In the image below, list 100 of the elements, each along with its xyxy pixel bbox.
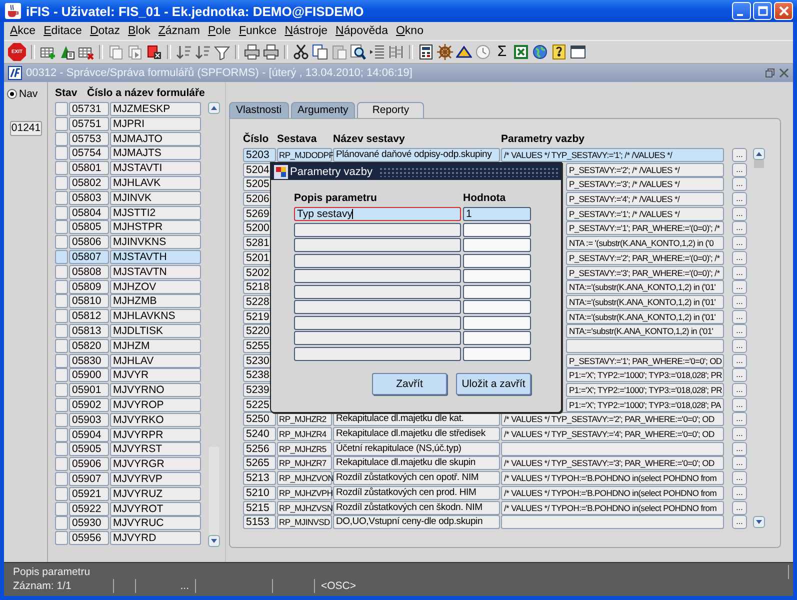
table-cell[interactable]: Rekapitulace dl.majetku dle středisek (333, 427, 500, 442)
input-field[interactable] (463, 284, 531, 298)
table-cell[interactable]: /* VALUES */ TYP_SESTAVY:='1'; /* /VALUES */ (501, 148, 724, 162)
table-cell[interactable]: NTA:='(substr(K.ANA_KONTO,1,2) in ('01' (566, 310, 724, 324)
input-field[interactable] (294, 346, 461, 360)
table-cell[interactable]: P_SESTAVY:='1'; PAR_WHERE:='0=0'; OD (566, 354, 724, 368)
table-cell[interactable]: MJSTAVTI (110, 161, 201, 176)
table-cell[interactable]: 5213 (243, 471, 276, 486)
edit-button[interactable]: ... (732, 486, 747, 500)
ship-wheel-icon[interactable] (437, 44, 453, 60)
table-cell[interactable]: MJVYRUZ (110, 486, 201, 501)
input-field[interactable] (294, 284, 461, 298)
table-cell[interactable]: 05820 (69, 338, 109, 353)
scroll-down-icon[interactable] (753, 516, 765, 528)
table-cell[interactable]: MJVYRPR (110, 428, 201, 442)
edit-button[interactable]: ... (732, 427, 747, 442)
edit-button[interactable]: ... (732, 192, 747, 206)
help-icon[interactable] (551, 44, 567, 60)
documents-icon[interactable] (108, 44, 124, 60)
status-cell[interactable] (55, 502, 68, 516)
menu-item[interactable]: Pole (204, 25, 235, 37)
status-cell[interactable] (55, 412, 68, 427)
input-field[interactable] (294, 269, 461, 283)
table-cell[interactable] (566, 338, 724, 353)
edit-button[interactable]: ... (732, 338, 747, 353)
status-cell[interactable] (55, 206, 68, 220)
table-cell[interactable] (501, 515, 724, 530)
status-cell[interactable] (55, 280, 68, 294)
table-cell[interactable]: MJVYRVP (110, 472, 201, 486)
table-cell[interactable]: MJVYROP (110, 398, 201, 412)
table-cell[interactable]: MJHLAV (110, 354, 201, 368)
edit-button[interactable]: ... (732, 266, 747, 280)
menu-item[interactable]: Funkce (234, 25, 281, 37)
menu-item[interactable]: Záznam (154, 25, 204, 37)
table-cell[interactable]: 05807 (69, 250, 109, 264)
status-cell[interactable] (55, 176, 68, 190)
input-field[interactable] (294, 300, 461, 314)
table-cell[interactable]: P1:='X'; TYP2:='1000'; TYP3:='018,028'; PR (566, 368, 724, 382)
input-field[interactable] (463, 346, 531, 360)
table-cell[interactable]: 05754 (69, 146, 109, 160)
status-cell[interactable] (55, 368, 68, 382)
dialog-button[interactable]: Zavřít (372, 372, 447, 394)
table-cell[interactable]: P_SESTAVY:='1'; /* /VALUES */ (566, 206, 724, 221)
table-cell[interactable]: 05902 (69, 398, 109, 412)
edit-button[interactable]: ... (732, 442, 747, 456)
table-cell[interactable]: /* VALUES */ TYP_SESTAVY:='3'; PAR_WHERE:='0=0'; OD (501, 456, 724, 470)
table-cell[interactable]: 5265 (243, 456, 276, 470)
table-cell[interactable]: 05802 (69, 176, 109, 190)
table-cell[interactable]: 5210 (243, 486, 276, 500)
status-cell[interactable] (55, 220, 68, 234)
triangle-icon[interactable] (456, 44, 472, 60)
table-cell[interactable]: 05922 (69, 502, 109, 516)
table-cell[interactable]: RP_MJDODPP (277, 148, 332, 162)
document-cross-icon[interactable] (146, 44, 162, 60)
table-cell[interactable]: 05921 (69, 486, 109, 501)
status-cell[interactable] (55, 531, 68, 546)
table-cell[interactable]: MJSTTI2 (110, 206, 201, 220)
table-cell[interactable]: MJHLAVKNS (110, 309, 201, 324)
table-cell[interactable]: 05905 (69, 442, 109, 456)
nav-radio[interactable]: Nav (7, 88, 47, 100)
input-field[interactable] (294, 316, 461, 330)
table-cell[interactable]: 05809 (69, 280, 109, 294)
status-cell[interactable] (55, 338, 68, 353)
edit-button[interactable]: ... (732, 456, 747, 470)
table-cell[interactable]: Rozdíl zůstatkových cen opotř. NIM (333, 471, 500, 486)
table-cell[interactable]: 05810 (69, 294, 109, 308)
table-cell[interactable]: MJINVKNS (110, 235, 201, 250)
menu-item[interactable]: Nápověda (332, 25, 392, 37)
globe-icon[interactable] (532, 44, 548, 60)
status-cell[interactable] (55, 309, 68, 324)
table-cell[interactable]: 05901 (69, 383, 109, 398)
printer-icon[interactable] (244, 44, 260, 60)
table-cell[interactable]: P_SESTAVY:='3'; PAR_WHERE:='(0=0)'; /* (566, 266, 724, 280)
input-field[interactable] (294, 254, 461, 268)
menu-item[interactable]: Blok (124, 25, 154, 37)
table-cell[interactable]: Rekapitulace dl.majetku dle skupin (333, 456, 500, 470)
status-cell[interactable] (55, 116, 68, 131)
table-cell[interactable]: 05753 (69, 132, 109, 146)
status-cell[interactable] (55, 235, 68, 250)
table-cell[interactable]: 05806 (69, 235, 109, 250)
columns-icon[interactable] (388, 44, 404, 60)
status-cell[interactable] (55, 250, 68, 264)
table-cell[interactable]: MJVYRST (110, 442, 201, 456)
table-cell[interactable]: Rozdíl zůstatkových cen škodn. NIM (333, 500, 500, 514)
table-cell[interactable]: 05813 (69, 324, 109, 338)
table-cell[interactable]: /* VALUES */ TYPOH:='B.POHDNO in(select POHDNO from (501, 486, 724, 500)
table-cell[interactable]: MJHZOV (110, 280, 201, 294)
edit-button[interactable]: ... (732, 280, 747, 294)
table-cell[interactable]: Plánované daňové odpisy-odp.skupiny (333, 148, 500, 162)
table-cell[interactable]: 05907 (69, 472, 109, 486)
scroll-thumb[interactable] (209, 447, 219, 535)
table-cell[interactable]: 5250 (243, 412, 276, 426)
table-cell[interactable]: MJSTAVTN (110, 264, 201, 279)
table-cell[interactable]: P_SESTAVY:='4'; /* /VALUES */ (566, 192, 724, 206)
table-cell[interactable]: NTA:='substr(K.ANA_KONTO,1,2) in ('01' (566, 324, 724, 338)
close-button[interactable] (774, 2, 793, 20)
menu-item[interactable]: Akce (6, 25, 40, 37)
sort-arrow-icon[interactable] (195, 44, 211, 60)
scrollbar[interactable] (208, 102, 220, 547)
input-field[interactable] (294, 238, 461, 252)
